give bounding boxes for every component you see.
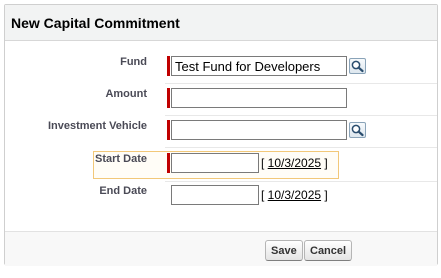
start-date-label: Start Date (95, 153, 147, 165)
end-date-today-hint: [ 10/3/2025 ] (261, 188, 328, 202)
row-divider (165, 115, 437, 116)
end-date-today-link[interactable]: 10/3/2025 (268, 188, 321, 202)
dialog-footer: Save Cancel (5, 231, 437, 266)
new-capital-commitment-dialog: New Capital Commitment Fund Amount Inves… (4, 4, 438, 266)
end-date-input[interactable] (171, 185, 259, 205)
fund-label: Fund (120, 56, 147, 68)
amount-label: Amount (105, 88, 147, 100)
row-divider (165, 83, 437, 84)
fund-required-indicator (167, 56, 170, 76)
cancel-button[interactable]: Cancel (304, 240, 353, 261)
end-date-label: End Date (99, 185, 147, 197)
investment-vehicle-lookup-icon[interactable] (349, 122, 366, 138)
fund-lookup-icon[interactable] (349, 58, 366, 74)
start-date-today-hint: [ 10/3/2025 ] (261, 156, 328, 170)
amount-required-indicator (167, 88, 170, 108)
fund-input[interactable] (171, 56, 347, 76)
save-button[interactable]: Save (265, 240, 303, 261)
row-divider (165, 147, 437, 148)
start-date-required-indicator (167, 153, 170, 173)
magnifier-icon (351, 60, 364, 73)
amount-input[interactable] (171, 88, 347, 108)
start-date-input[interactable] (171, 153, 259, 173)
magnifier-icon (351, 124, 364, 137)
investment-vehicle-input[interactable] (171, 120, 347, 140)
start-date-today-link[interactable]: 10/3/2025 (268, 156, 321, 170)
dialog-title: New Capital Commitment (11, 15, 180, 31)
dialog-header: New Capital Commitment (5, 5, 437, 41)
row-divider (165, 181, 437, 182)
investment-vehicle-label: Investment Vehicle (47, 120, 147, 132)
investment-vehicle-required-indicator (167, 120, 170, 140)
